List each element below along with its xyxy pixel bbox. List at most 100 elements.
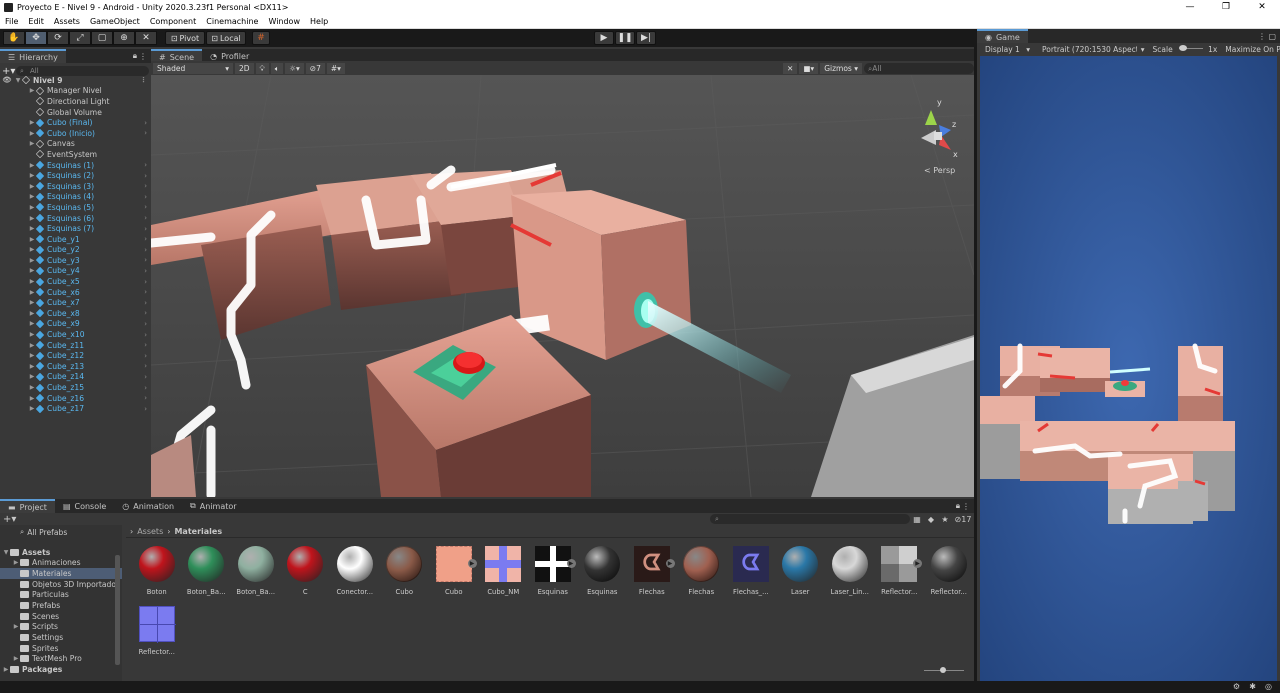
menu-file[interactable]: File (0, 17, 23, 26)
chevron-right-icon[interactable]: ▶ (12, 655, 20, 662)
custom-tool-icon[interactable]: ✕ (135, 31, 157, 45)
asset-tile[interactable]: ᗧ Flechas_... (726, 545, 776, 605)
scale-tool-icon[interactable]: ⤢ (69, 31, 91, 45)
maximize-on-play-toggle[interactable]: Maximize On Pl (1221, 45, 1280, 54)
open-prefab-icon[interactable]: › (144, 309, 147, 317)
shading-dropdown[interactable]: Shaded ▾ (153, 62, 233, 74)
scene-viewport[interactable]: y z x < Persp (151, 75, 974, 497)
tree-folder[interactable]: ▶ TextMesh Pro (0, 654, 122, 665)
open-prefab-icon[interactable]: › (144, 119, 147, 127)
expand-asset-icon[interactable]: ▶ (566, 559, 576, 568)
hierarchy-item[interactable]: ▶ Esquinas (4) › (0, 192, 151, 203)
hierarchy-item[interactable]: ▶ Cube_z17 › (0, 403, 151, 414)
audio-icon[interactable]: 🔈︎ (270, 62, 284, 74)
hierarchy-item[interactable]: ▶ Cube_z16 › (0, 393, 151, 404)
breadcrumb-assets[interactable]: Assets (137, 527, 163, 536)
chevron-right-icon[interactable]: ▶ (28, 236, 36, 243)
open-prefab-icon[interactable]: › (144, 384, 147, 392)
lock-icon[interactable]: 🔒︎ (133, 51, 137, 61)
hierarchy-item[interactable]: ▶ Canvas (0, 139, 151, 150)
close-icon[interactable]: ✕ (1244, 0, 1280, 15)
pause-icon[interactable]: ❚❚ (615, 31, 635, 45)
chevron-right-icon[interactable]: ▶ (28, 183, 36, 190)
open-prefab-icon[interactable]: › (144, 235, 147, 243)
chevron-right-icon[interactable]: ▶ (12, 559, 20, 566)
2d-toggle[interactable]: 2D (235, 62, 254, 74)
asset-tile[interactable]: Conector... (330, 545, 380, 605)
tree-folder[interactable]: ▶ Animaciones (0, 557, 122, 568)
tab-project[interactable]: ▬ Project (0, 499, 55, 513)
asset-tile[interactable]: Boton_Ba... (231, 545, 281, 605)
breadcrumb-materiales[interactable]: Materiales (174, 527, 222, 536)
hierarchy-item[interactable]: ▶ Cube_z15 › (0, 382, 151, 393)
play-icon[interactable]: ▶ (594, 31, 614, 45)
hierarchy-item[interactable]: ▶ Cube_x7 › (0, 297, 151, 308)
search-by-label-icon[interactable]: ◆ (924, 515, 938, 524)
menu-gameobject[interactable]: GameObject (85, 17, 145, 26)
hierarchy-item[interactable]: ▶ Cube_x9 › (0, 319, 151, 330)
hierarchy-item[interactable]: ▶ Esquinas (3) › (0, 181, 151, 192)
open-prefab-icon[interactable]: › (144, 352, 147, 360)
open-prefab-icon[interactable]: › (144, 256, 147, 264)
open-prefab-icon[interactable]: › (144, 129, 147, 137)
lighting-icon[interactable]: 💡︎ (255, 62, 269, 74)
camera-icon[interactable]: ■▾ (799, 62, 819, 74)
transform-tool-icon[interactable]: ⊕ (113, 31, 135, 45)
hand-tool-icon[interactable]: ✋ (3, 31, 25, 45)
chevron-down-icon[interactable]: ▼ (14, 77, 22, 84)
asset-tile[interactable]: C (281, 545, 331, 605)
asset-tile[interactable]: Reflector... (132, 605, 182, 665)
minimize-icon[interactable]: — (1172, 0, 1208, 15)
hierarchy-item[interactable]: EventSystem (0, 149, 151, 160)
aspect-dropdown[interactable]: Portrait (720:1530 Aspect) (1034, 45, 1137, 54)
thumbnail-size-slider[interactable] (924, 667, 964, 673)
expand-asset-icon[interactable]: ▶ (913, 559, 922, 568)
open-prefab-icon[interactable]: › (144, 362, 147, 370)
hierarchy-item[interactable]: ▶ Cube_y2 › (0, 245, 151, 256)
hierarchy-item[interactable]: ▶ Manager Nivel (0, 86, 151, 97)
chevron-right-icon[interactable]: ▶ (28, 395, 36, 402)
maximize-icon[interactable]: ❐ (1208, 0, 1244, 15)
tree-folder[interactable]: Prefabs (0, 600, 122, 611)
tree-folder[interactable]: Scenes (0, 611, 122, 622)
tree-folder[interactable]: ▼ Assets (0, 547, 122, 558)
hierarchy-item[interactable]: Global Volume (0, 107, 151, 118)
tab-game[interactable]: ◉ Game (977, 29, 1028, 43)
chevron-right-icon[interactable]: ▶ (28, 310, 36, 317)
menu-assets[interactable]: Assets (49, 17, 85, 26)
scene-search-input[interactable]: ⌕All (864, 62, 974, 74)
open-prefab-icon[interactable]: › (144, 161, 147, 169)
asset-tile[interactable]: Boton_Ba... (182, 545, 232, 605)
hierarchy-item[interactable]: ▶ Cubo (Inicio) › (0, 128, 151, 139)
hierarchy-item[interactable]: ▶ Cube_z14 › (0, 372, 151, 383)
menu-help[interactable]: Help (305, 17, 333, 26)
lock-icon[interactable]: 🔒︎ (956, 501, 960, 511)
grid-dropdown[interactable]: #▾ (326, 62, 345, 74)
chevron-right-icon[interactable]: ▶ (28, 257, 36, 264)
aspect-chevron-icon[interactable]: ▾ (1137, 45, 1149, 54)
search-by-type-icon[interactable]: ▦ (910, 515, 924, 524)
hierarchy-item[interactable]: ▶ Cube_z12 › (0, 350, 151, 361)
asset-tile[interactable]: Reflector... (924, 545, 974, 605)
open-prefab-icon[interactable]: › (144, 267, 147, 275)
open-prefab-icon[interactable]: › (144, 288, 147, 296)
tree-scrollbar[interactable] (115, 555, 120, 665)
tree-folder[interactable]: Settings (0, 632, 122, 643)
menu-cinemachine[interactable]: Cinemachine (201, 17, 263, 26)
hierarchy-item[interactable]: ▶ Cube_x10 › (0, 329, 151, 340)
move-tool-icon[interactable]: ✥ (25, 31, 47, 45)
kebab-menu-icon[interactable]: ⋮ (1258, 32, 1266, 41)
open-prefab-icon[interactable]: › (144, 193, 147, 201)
local-button[interactable]: ⊡ Local (206, 31, 246, 45)
maximize-panel-icon[interactable]: ▢ (1268, 32, 1276, 41)
kebab-menu-icon[interactable]: ⋮ (140, 76, 147, 84)
asset-tile[interactable]: ▶ Cubo (429, 545, 479, 605)
chevron-right-icon[interactable]: ▶ (2, 666, 10, 673)
tab-hierarchy[interactable]: ☰ Hierarchy (0, 49, 66, 63)
progress-icon[interactable]: ⚙ (1233, 682, 1240, 691)
tools-icon[interactable]: ✕ (783, 62, 798, 74)
hierarchy-item[interactable]: ▶ Esquinas (2) › (0, 170, 151, 181)
asset-tile[interactable]: Cubo_NM (479, 545, 529, 605)
tree-folder[interactable]: Sprites (0, 643, 122, 654)
open-prefab-icon[interactable]: › (144, 203, 147, 211)
